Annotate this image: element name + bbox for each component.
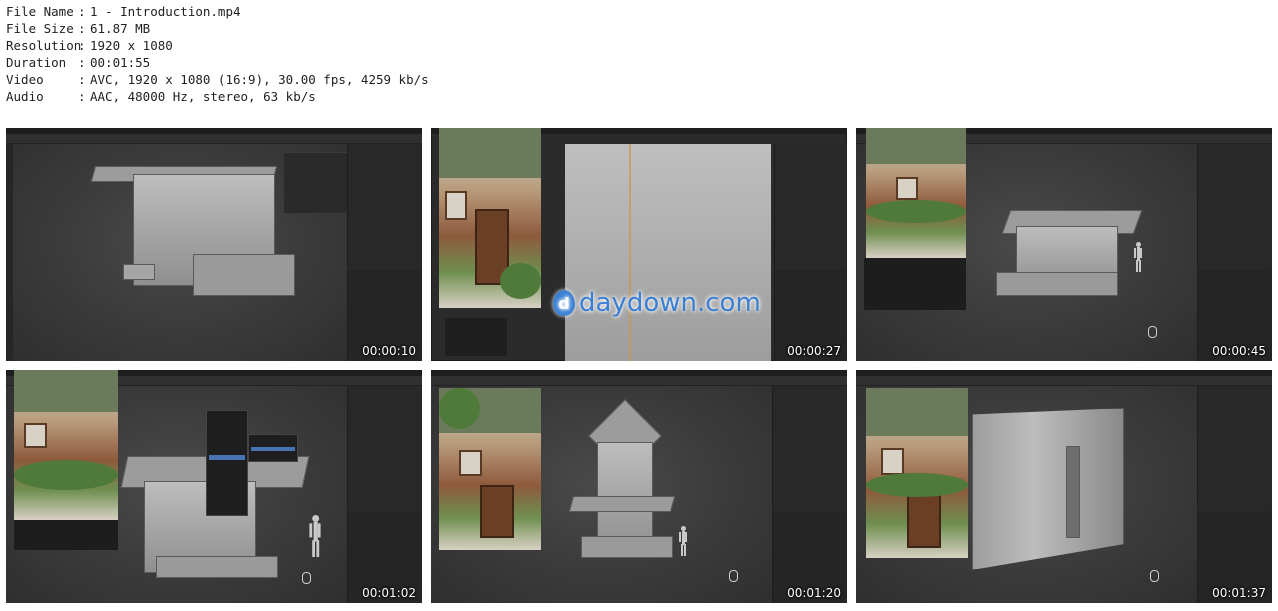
human-scale-figure	[679, 526, 687, 556]
timestamp: 00:00:10	[362, 344, 416, 358]
editor-toolbar	[431, 376, 847, 386]
watermark-logo-icon: d	[553, 290, 575, 316]
model-wall-closeup	[972, 408, 1124, 570]
context-submenu[interactable]	[248, 434, 298, 462]
ref-plant	[866, 199, 966, 223]
file-info-key: Audio	[6, 89, 44, 104]
thumbnail-3[interactable]: 00:00:45	[856, 128, 1272, 361]
file-info-separator: :	[78, 21, 86, 36]
file-info: File Name:1 - Introduction.mp4 File Size…	[6, 3, 429, 105]
tool-shelf	[6, 144, 13, 361]
mini-panel	[14, 520, 118, 550]
ref-roof	[439, 128, 541, 179]
z-axis-line	[629, 144, 631, 361]
ref-window	[459, 449, 482, 477]
human-scale-figure	[1134, 242, 1142, 272]
mini-panel	[864, 258, 966, 310]
ref-window	[445, 191, 468, 221]
editor-toolbar	[856, 376, 1272, 386]
thumbnail-6[interactable]: 00:01:37	[856, 370, 1272, 603]
watermark: d daydown.com	[553, 288, 761, 318]
ref-plant	[14, 460, 118, 490]
file-info-separator: :	[78, 55, 86, 70]
ref-window	[24, 422, 48, 448]
file-info-value: 00:01:55	[90, 55, 151, 70]
properties-popup	[283, 152, 350, 214]
reference-image	[866, 388, 968, 558]
thumbnail-5[interactable]: 00:01:20	[431, 370, 847, 603]
reference-image	[439, 128, 541, 308]
file-info-row: File Name:1 - Introduction.mp4	[6, 3, 429, 20]
file-info-key: Video	[6, 72, 44, 87]
mini-panel	[445, 318, 507, 356]
model-stairs	[123, 264, 155, 280]
file-info-key: File Size	[6, 21, 74, 36]
ref-window	[896, 177, 918, 200]
reference-image	[439, 388, 541, 550]
timestamp: 00:01:37	[1212, 586, 1266, 600]
ref-plant	[439, 388, 480, 429]
ref-roof	[14, 370, 118, 412]
ref-roof	[866, 128, 966, 165]
3d-viewport	[565, 144, 771, 361]
model-deck	[581, 536, 673, 558]
file-info-value: 1920 x 1080	[90, 38, 173, 53]
outliner-panel	[774, 144, 847, 268]
timestamp: 00:00:45	[1212, 344, 1266, 358]
thumbnail-grid: 00:00:10 d daydown.com 00:00:27 00:00:45…	[6, 128, 1272, 606]
model-window-opening	[1066, 446, 1080, 538]
ref-door	[906, 493, 942, 549]
timestamp: 00:00:27	[787, 344, 841, 358]
reference-image	[866, 128, 966, 258]
3d-viewport	[13, 144, 350, 361]
context-menu[interactable]	[206, 410, 248, 516]
outliner-panel	[1197, 386, 1272, 510]
mouse-icon	[729, 570, 738, 582]
ref-door	[479, 485, 515, 538]
outliner-panel	[347, 386, 422, 510]
model-deck	[156, 556, 278, 578]
mouse-icon	[1150, 570, 1159, 582]
file-info-key: Resolution	[6, 38, 82, 53]
file-info-value: AVC, 1920 x 1080 (16:9), 30.00 fps, 4259…	[90, 72, 429, 87]
file-info-value: 1 - Introduction.mp4	[90, 4, 241, 19]
file-info-row: Video: AVC, 1920 x 1080 (16:9), 30.00 fps…	[6, 71, 429, 88]
file-info-key: File Name	[6, 4, 74, 19]
thumbnail-4[interactable]: 00:01:02	[6, 370, 422, 603]
file-info-row: Resolution:1920 x 1080	[6, 37, 429, 54]
file-info-row: Duration:00:01:55	[6, 54, 429, 71]
ref-plant	[500, 263, 541, 299]
model-porch-roof	[568, 496, 676, 512]
file-info-separator: :	[78, 38, 86, 53]
model-deck	[193, 254, 295, 296]
file-info-separator: :	[78, 72, 86, 87]
timestamp: 00:01:02	[362, 586, 416, 600]
mouse-icon	[1148, 326, 1157, 338]
submenu-highlight	[251, 447, 295, 451]
outliner-panel	[772, 386, 847, 510]
outliner-panel	[347, 144, 422, 268]
file-info-separator: :	[78, 89, 86, 104]
file-info-row: Audio: AAC, 48000 Hz, stereo, 63 kb/s	[6, 88, 429, 105]
ref-window	[881, 447, 904, 476]
timestamp: 00:01:20	[787, 586, 841, 600]
editor-toolbar	[6, 134, 422, 144]
outliner-panel	[1197, 144, 1272, 268]
file-info-key: Duration	[6, 55, 67, 70]
thumbnail-1[interactable]: 00:00:10	[6, 128, 422, 361]
mouse-icon	[302, 572, 311, 584]
ref-roof	[866, 388, 968, 436]
model-deck	[996, 272, 1118, 296]
watermark-text: daydown.com	[579, 288, 761, 318]
file-info-separator: :	[78, 4, 86, 19]
menu-highlight	[209, 455, 245, 460]
reference-image	[14, 370, 118, 520]
ref-plant	[866, 473, 968, 497]
thumbnail-2[interactable]: d daydown.com 00:00:27	[431, 128, 847, 361]
file-info-value: AAC, 48000 Hz, stereo, 63 kb/s	[90, 89, 316, 104]
file-info-value: 61.87 MB	[90, 21, 151, 36]
file-info-row: File Size:61.87 MB	[6, 20, 429, 37]
human-scale-figure	[309, 515, 321, 557]
